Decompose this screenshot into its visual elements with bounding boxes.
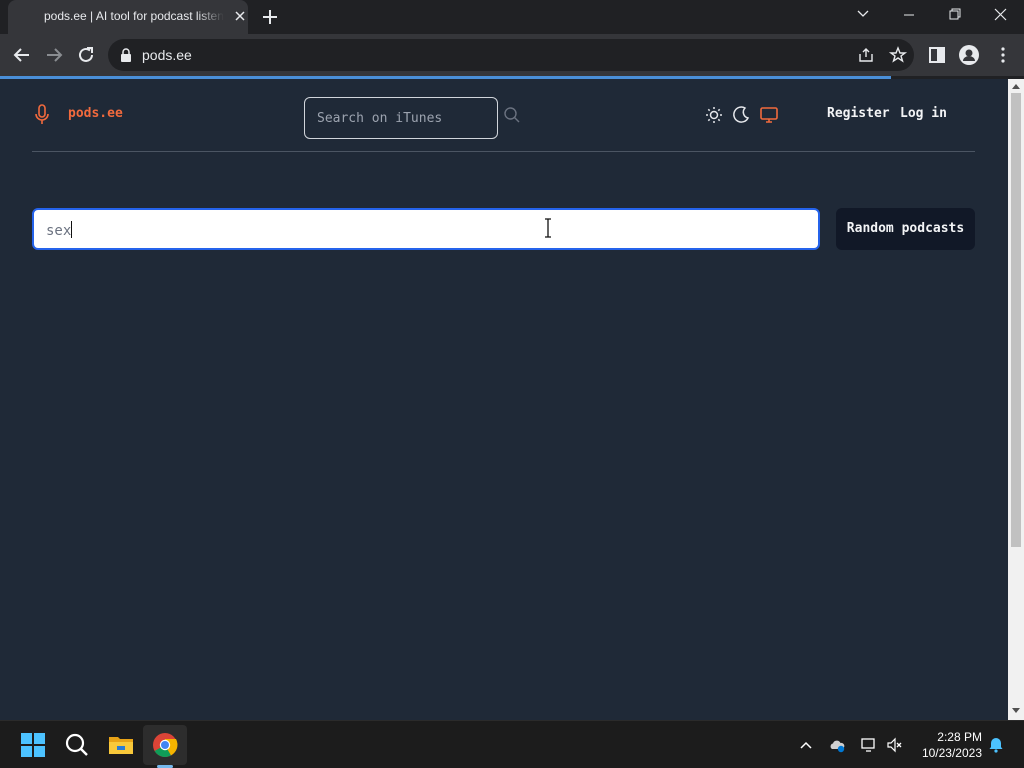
forward-icon[interactable]	[42, 43, 66, 67]
search-input-value: sex	[46, 223, 72, 239]
system-clock[interactable]: 2:28 PM 10/23/2023	[914, 729, 982, 761]
header-divider	[32, 151, 975, 152]
sun-icon[interactable]	[704, 105, 724, 125]
volume-muted-icon[interactable]	[887, 737, 903, 753]
search-icon[interactable]	[64, 732, 90, 758]
profile-icon[interactable]	[958, 44, 980, 66]
side-panel-icon[interactable]	[926, 44, 948, 66]
browser-tab[interactable]: pods.ee | AI tool for podcast listeners	[8, 0, 248, 34]
onedrive-icon[interactable]	[829, 737, 845, 753]
menu-kebab-icon[interactable]	[992, 44, 1014, 66]
tab-search-chevron-icon[interactable]	[840, 0, 886, 32]
podcast-search-input[interactable]: sex	[32, 208, 820, 250]
windows-taskbar: 2:28 PM 10/23/2023	[0, 720, 1024, 768]
page-viewport: pods.ee Register Log in sex Random podca…	[0, 79, 1008, 720]
site-logo[interactable]: pods.ee	[68, 106, 123, 121]
moon-icon[interactable]	[731, 105, 751, 125]
network-icon[interactable]	[861, 737, 877, 753]
chevron-up-icon[interactable]	[798, 737, 814, 753]
text-caret	[71, 221, 73, 238]
notification-bell-icon[interactable]	[988, 737, 1004, 753]
url-text[interactable]: pods.ee	[142, 47, 192, 63]
browser-toolbar: pods.ee	[0, 34, 1024, 76]
itunes-search-input[interactable]	[304, 97, 498, 139]
new-tab-icon[interactable]	[259, 6, 281, 28]
close-window-icon[interactable]	[978, 0, 1024, 32]
back-icon[interactable]	[10, 43, 34, 67]
scrollbar-thumb[interactable]	[1011, 93, 1021, 547]
tab-title: pods.ee | AI tool for podcast listeners	[44, 9, 224, 23]
close-tab-icon[interactable]	[232, 8, 248, 24]
microphone-icon	[35, 104, 49, 124]
reload-icon[interactable]	[74, 43, 98, 67]
share-icon[interactable]	[856, 45, 876, 65]
bookmark-star-icon[interactable]	[888, 45, 908, 65]
monitor-icon[interactable]	[759, 105, 779, 125]
random-podcasts-button[interactable]: Random podcasts	[836, 208, 975, 250]
file-explorer-icon[interactable]	[108, 732, 134, 758]
chrome-icon[interactable]	[152, 732, 178, 758]
clock-date: 10/23/2023	[921, 746, 982, 760]
address-bar[interactable]: pods.ee	[108, 39, 914, 71]
login-link[interactable]: Log in	[900, 106, 947, 121]
windows-start-icon[interactable]	[20, 732, 46, 758]
clock-time: 2:28 PM	[937, 730, 982, 744]
page-scrollbar[interactable]	[1008, 79, 1024, 720]
lock-icon[interactable]	[120, 48, 132, 62]
text-cursor-icon	[545, 218, 551, 238]
minimize-icon[interactable]	[886, 0, 932, 32]
restore-icon[interactable]	[932, 0, 978, 32]
search-icon[interactable]	[503, 106, 521, 124]
tab-strip: pods.ee | AI tool for podcast listeners	[0, 0, 1024, 34]
scroll-down-arrow-icon[interactable]	[1012, 708, 1020, 713]
scroll-up-arrow-icon[interactable]	[1012, 84, 1020, 89]
register-link[interactable]: Register	[827, 106, 890, 121]
